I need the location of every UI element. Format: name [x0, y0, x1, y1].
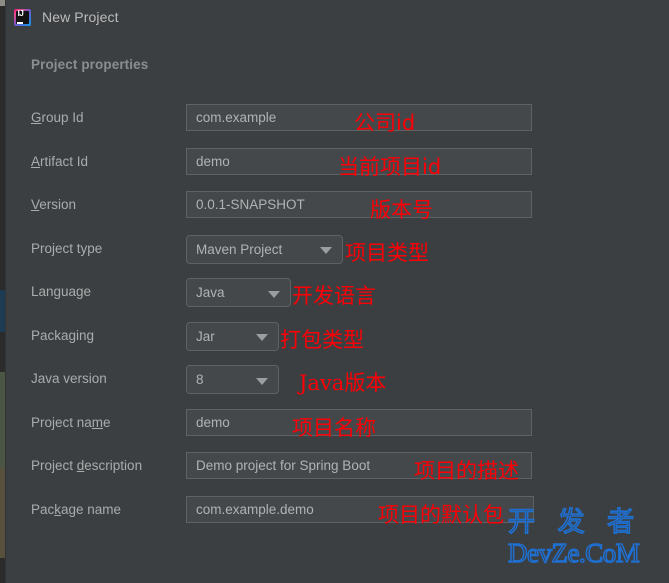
chevron-down-icon[interactable]	[320, 247, 332, 254]
control-project-type: Maven Project	[186, 234, 343, 264]
dialog-title: New Project	[42, 9, 119, 25]
label-project-type: Project type	[31, 240, 103, 256]
label-java-version: Java version	[31, 371, 107, 386]
form-row-package-name: Package name com.example.demo 项目的默认包	[0, 492, 669, 536]
control-version: 0.0.1-SNAPSHOT	[186, 191, 532, 218]
label-project-name: Project name	[31, 414, 111, 430]
form-row-java-version: Java version 8 Java版本	[0, 361, 669, 405]
form-row-packaging: Packaging Jar 打包类型	[0, 318, 669, 362]
dialog-titlebar: IJ New Project	[6, 0, 669, 34]
annotation-project-description: 项目的描述	[414, 459, 519, 483]
java-version-value: 8	[196, 372, 204, 387]
form-row-artifact-id: Artifact Id demo 当前项目id	[0, 144, 669, 188]
label-group-id: Group Id	[31, 110, 84, 125]
control-java-version: 8	[186, 365, 279, 394]
language-value: Java	[196, 285, 225, 300]
watermark-latin: DevZe.CoM	[507, 537, 640, 569]
control-packaging: Jar	[186, 321, 279, 351]
form-row-project-description: Project description Demo project for Spr…	[0, 448, 669, 492]
annotation-project-type: 项目类型	[345, 240, 429, 265]
language-dropdown[interactable]: Java	[186, 278, 291, 307]
form-row-version: Version 0.0.1-SNAPSHOT 版本号	[0, 187, 669, 231]
control-language: Java	[186, 278, 291, 307]
packaging-value: Jar	[196, 328, 215, 344]
annotation-language: 开发语言	[292, 284, 376, 308]
annotation-version: 版本号	[370, 198, 433, 222]
annotation-packaging: 打包类型	[280, 327, 364, 352]
chevron-down-icon[interactable]	[256, 334, 268, 341]
section-heading: Project properties	[31, 57, 149, 72]
label-project-description: Project description	[31, 458, 143, 473]
version-input[interactable]: 0.0.1-SNAPSHOT	[186, 191, 532, 218]
annotation-group-id: 公司id	[354, 111, 416, 135]
packaging-dropdown[interactable]: Jar	[186, 321, 279, 351]
label-language: Language	[31, 284, 92, 299]
form-row-project-type: Project type Maven Project 项目类型	[0, 231, 669, 275]
form-row-project-name: Project name demo 项目名称	[0, 405, 669, 449]
project-type-value: Maven Project	[196, 241, 283, 257]
form-row-group-id: Group Id com.example 公司id	[0, 100, 669, 144]
project-type-dropdown[interactable]: Maven Project	[186, 234, 343, 264]
chevron-down-icon[interactable]	[256, 377, 268, 385]
label-packaging: Packaging	[31, 327, 95, 343]
annotation-project-name: 项目名称	[292, 415, 376, 440]
intellij-idea-icon: IJ	[14, 8, 31, 26]
annotation-package-name: 项目的默认包	[378, 502, 504, 527]
project-properties-form: Group Id com.example 公司id Artifact Id de…	[0, 100, 669, 535]
new-project-dialog: IJ New Project Project properties Group …	[0, 0, 669, 583]
annotation-artifact-id: 当前项目id	[338, 154, 442, 179]
label-artifact-id: Artifact Id	[31, 153, 89, 169]
label-package-name: Package name	[31, 501, 122, 517]
form-row-language: Language Java 开发语言	[0, 274, 669, 318]
label-version: Version	[31, 197, 77, 212]
annotation-java-version: Java版本	[299, 371, 387, 395]
chevron-down-icon[interactable]	[268, 290, 280, 298]
java-version-dropdown[interactable]: 8	[186, 365, 279, 394]
